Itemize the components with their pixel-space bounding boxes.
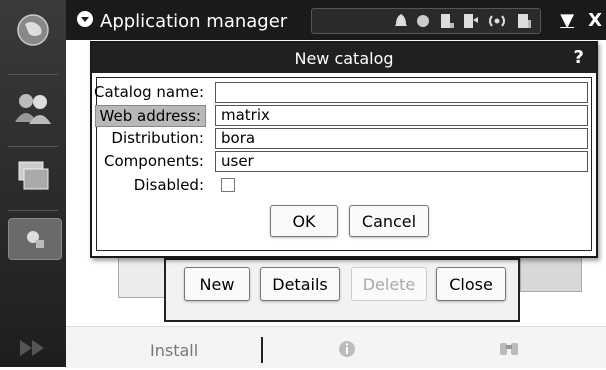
catalogs-dialog: New Details Delete Close [164,258,520,322]
task-navigator [0,0,66,367]
web-browser-icon[interactable] [10,8,56,52]
status-area[interactable] [311,8,541,34]
catalog-name-label: Catalog name: [94,83,204,101]
help-button[interactable]: ? [574,47,584,68]
web-address-field[interactable]: matrix [215,105,588,126]
app-menu[interactable]: Application manager [76,10,287,32]
bell-icon [394,13,408,29]
title-bar: Application manager ▼ X [66,0,606,40]
catalog-form: Catalog name: Web address: matrix Distri… [94,77,592,251]
bottom-toolbar: Install [66,326,606,368]
info-icon[interactable] [338,340,356,362]
presence-icon [416,14,430,28]
chevron-down-icon [76,10,94,32]
disabled-label: Disabled: [133,176,204,194]
new-button[interactable]: New [184,267,250,301]
signal-icon [516,12,532,30]
disabled-checkbox[interactable] [221,178,235,192]
binoculars-icon[interactable] [498,339,520,361]
battery-icon [438,12,454,30]
wireless-icon [486,12,508,30]
delete-button: Delete [351,267,427,301]
ok-button[interactable]: OK [270,205,338,237]
web-address-label: Web address: [94,105,206,127]
contacts-icon[interactable] [10,86,56,130]
install-button[interactable]: Install [150,341,198,360]
window-controls: ▼ X [560,10,602,31]
cancel-button[interactable]: Cancel [349,205,429,237]
app-manager-icon[interactable] [8,218,62,260]
minimize-button[interactable]: ▼ [560,10,574,31]
applications-icon[interactable] [10,154,56,198]
components-field[interactable]: user [215,151,588,172]
catalog-name-field[interactable] [215,82,588,103]
new-catalog-dialog: New catalog ? Catalog name: Web address:… [90,41,598,258]
expand-icon[interactable] [10,326,56,370]
app-title: Application manager [100,10,288,32]
components-label: Components: [104,152,204,170]
details-button[interactable]: Details [260,267,340,301]
connectivity-icon [462,12,478,30]
close-button[interactable]: X [588,10,602,31]
close-dialog-button[interactable]: Close [436,267,506,301]
distribution-field[interactable]: bora [215,128,588,149]
distribution-label: Distribution: [111,129,204,147]
dialog-title: New catalog [294,49,394,68]
dialog-header: New catalog ? [92,43,596,73]
toolbar-divider [261,337,263,363]
